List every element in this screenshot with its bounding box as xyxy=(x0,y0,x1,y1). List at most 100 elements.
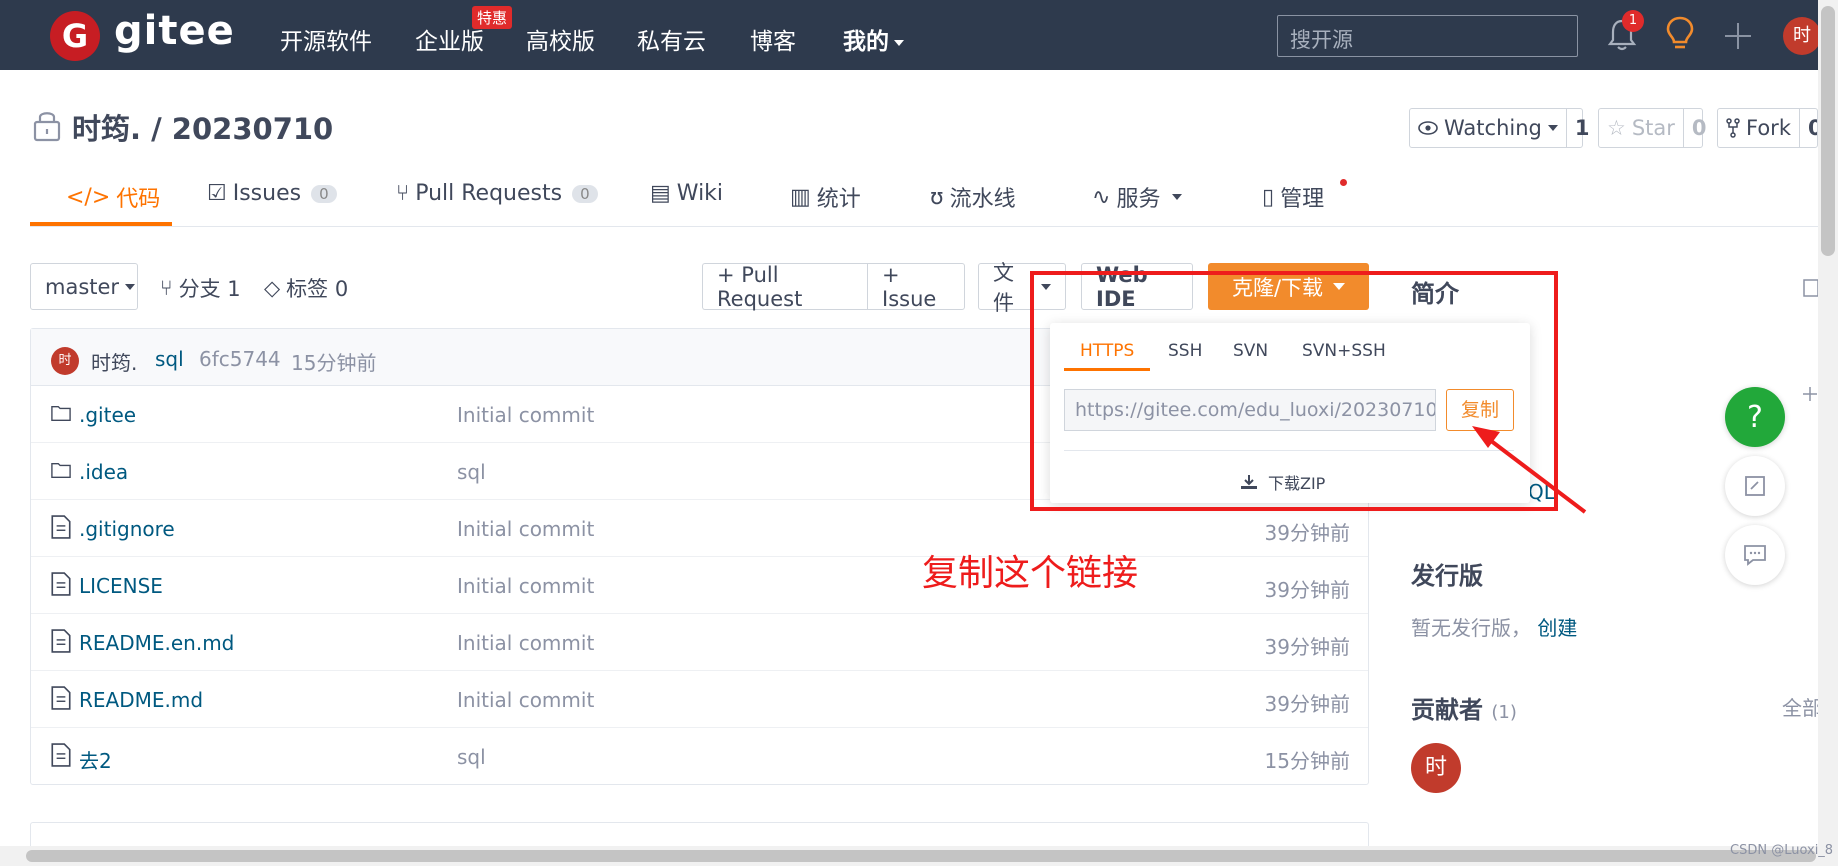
issues-count: 0 xyxy=(311,184,337,203)
file-commit-message[interactable]: Initial commit xyxy=(457,517,594,541)
feedback-button[interactable] xyxy=(1725,456,1785,516)
edit-icon[interactable] xyxy=(1803,278,1819,298)
new-issue-button[interactable]: + Issue xyxy=(867,263,965,311)
user-avatar[interactable]: 时 xyxy=(1783,17,1821,55)
annotation-arrow-icon xyxy=(1472,426,1587,514)
file-time: 15分钟前 xyxy=(1264,749,1350,773)
nav-private-cloud[interactable]: 私有云 xyxy=(637,22,706,56)
file-menu-label: 文件 xyxy=(993,260,1014,315)
file-commit-message[interactable]: Initial commit xyxy=(457,631,594,655)
file-name[interactable]: .gitignore xyxy=(79,517,175,541)
tab-code[interactable]: </> 代码 xyxy=(66,181,160,213)
fork-label: Fork xyxy=(1746,116,1791,140)
horizontal-scrollbar[interactable] xyxy=(0,846,1818,866)
new-pull-request-button[interactable]: + Pull Request xyxy=(702,263,868,311)
plus-icon[interactable] xyxy=(1802,386,1818,402)
file-name[interactable]: LICENSE xyxy=(79,574,163,598)
file-commit-message[interactable]: sql xyxy=(457,460,486,484)
nav-blog[interactable]: 博客 xyxy=(750,22,796,56)
file-commit-message[interactable]: Initial commit xyxy=(457,688,594,712)
gitee-logo-text[interactable]: gitee xyxy=(114,8,235,54)
tab-stats[interactable]: ▥ 统计 xyxy=(790,181,861,213)
file-name[interactable]: README.md xyxy=(79,688,203,712)
fork-count: 0 xyxy=(1798,109,1817,147)
tab-pull-requests[interactable]: ⑂ Pull Requests 0 xyxy=(396,181,598,206)
file-icon xyxy=(51,743,71,767)
document-icon: ▯ xyxy=(1262,184,1275,210)
contributors-all-link[interactable]: 全部 xyxy=(1782,692,1822,721)
file-row[interactable]: README.md Initial commit 39分钟前 xyxy=(31,671,1368,728)
file-time: 39分钟前 xyxy=(1264,521,1350,545)
file-commit-message[interactable]: Initial commit xyxy=(457,574,594,598)
horizontal-scroll-thumb[interactable] xyxy=(26,850,1816,862)
vertical-scrollbar[interactable] xyxy=(1818,0,1838,866)
file-name[interactable]: .gitee xyxy=(79,403,136,427)
file-row[interactable]: LICENSE Initial commit 39分钟前 xyxy=(31,557,1368,614)
contributors-heading: 贡献者 (1) xyxy=(1411,690,1517,725)
branches-link[interactable]: ⑂ 分支 1 xyxy=(160,273,241,303)
commit-message[interactable]: sql xyxy=(155,347,184,371)
lightbulb-icon[interactable] xyxy=(1665,16,1695,52)
releases-heading: 发行版 xyxy=(1411,562,1483,590)
fork-button[interactable]: Fork 0 xyxy=(1717,108,1818,148)
tag-icon: ◇ xyxy=(264,276,281,300)
file-row[interactable]: README.en.md Initial commit 39分钟前 xyxy=(31,614,1368,671)
book-icon: ▤ xyxy=(650,181,671,206)
file-name[interactable]: README.en.md xyxy=(79,631,234,655)
gitee-logo-icon[interactable]: G xyxy=(50,11,100,61)
releases-empty-text: 暂无发行版， 创建 xyxy=(1411,612,1577,641)
repo-tabs: </> 代码 ☑ Issues 0 ⑂ Pull Requests 0 ▤ Wi… xyxy=(30,165,1820,227)
tab-manage-label: 管理 xyxy=(1280,187,1325,212)
search-input[interactable]: 搜开源 xyxy=(1277,15,1578,57)
tab-code-label: 代码 xyxy=(116,187,161,212)
watching-button[interactable]: Watching 1 xyxy=(1409,108,1589,148)
contributor-avatar[interactable]: 时 xyxy=(1411,743,1461,793)
nav-education[interactable]: 高校版 xyxy=(526,22,595,56)
file-commit-message[interactable]: Initial commit xyxy=(457,403,594,427)
star-count: 0 xyxy=(1682,109,1715,147)
bar-chart-icon: ▥ xyxy=(790,184,811,210)
file-commit-message[interactable]: sql xyxy=(457,745,486,769)
tab-pipeline[interactable]: ʊ 流水线 xyxy=(930,181,1016,213)
notification-badge: 1 xyxy=(1622,10,1644,32)
folder-icon xyxy=(51,405,71,421)
tags-link[interactable]: ◇ 标签 0 xyxy=(264,273,348,303)
star-button[interactable]: ☆ Star 0 xyxy=(1598,108,1707,148)
commit-author-avatar[interactable]: 时 xyxy=(51,347,79,375)
star-label-wrap: ☆ Star xyxy=(1599,116,1683,140)
file-row[interactable]: 去2 sql 15分钟前 xyxy=(31,728,1368,785)
file-icon xyxy=(51,686,71,710)
plus-icon[interactable] xyxy=(1722,20,1754,52)
chat-button[interactable] xyxy=(1725,525,1785,585)
chevron-down-icon xyxy=(894,39,904,46)
star-label: Star xyxy=(1631,116,1675,140)
chat-icon xyxy=(1744,545,1766,566)
file-name[interactable]: .idea xyxy=(79,460,128,484)
commit-author[interactable]: 时筠. xyxy=(91,347,137,376)
eye-icon xyxy=(1418,121,1438,135)
pipeline-icon: ʊ xyxy=(930,184,944,210)
pulse-icon: ∿ xyxy=(1092,184,1111,210)
tab-wiki-label: Wiki xyxy=(676,181,724,206)
repo-title[interactable]: 时筠. / 20230710 xyxy=(72,106,333,148)
star-icon: ☆ xyxy=(1607,116,1626,140)
no-release-text: 暂无发行版， xyxy=(1411,616,1531,640)
create-release-link[interactable]: 创建 xyxy=(1537,616,1577,640)
nav-open-source[interactable]: 开源软件 xyxy=(280,22,372,56)
vertical-scroll-thumb[interactable] xyxy=(1821,6,1835,256)
nav-mine[interactable]: 我的 xyxy=(843,22,904,56)
file-time: 39分钟前 xyxy=(1264,692,1350,716)
commit-hash[interactable]: 6fc5744 xyxy=(199,347,281,371)
tab-issues[interactable]: ☑ Issues 0 xyxy=(207,181,337,206)
tab-services[interactable]: ∿ 服务 xyxy=(1092,181,1183,213)
tags-label: 标签 0 xyxy=(286,277,349,301)
branch-icon: ⑂ xyxy=(160,276,173,300)
help-button[interactable]: ? xyxy=(1725,387,1785,447)
tab-wiki[interactable]: ▤ Wiki xyxy=(650,181,723,206)
chevron-down-icon xyxy=(125,283,136,290)
file-name[interactable]: 去2 xyxy=(79,745,112,774)
tab-manage[interactable]: ▯ 管理 xyxy=(1262,181,1324,213)
manage-alert-dot xyxy=(1340,179,1347,186)
branch-select[interactable]: master xyxy=(30,263,138,310)
code-icon: </> xyxy=(66,184,111,210)
